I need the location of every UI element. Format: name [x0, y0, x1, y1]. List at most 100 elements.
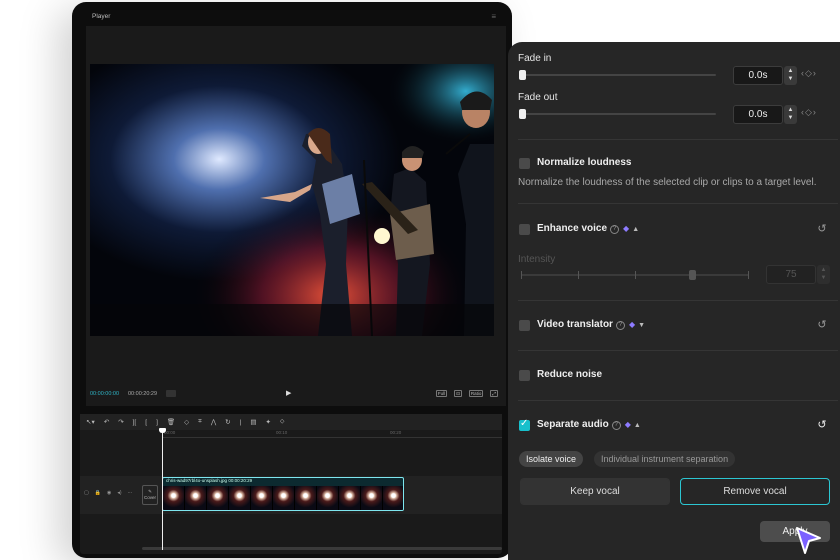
keyframe-icon[interactable]: ‹◇›	[801, 107, 817, 118]
select-tool-icon[interactable]: ↖▾	[86, 418, 95, 426]
slider-tick	[635, 271, 636, 279]
redo-icon[interactable]: ↷	[118, 418, 123, 426]
clip-name: chris-wad97rbl4o-unsplash.jpg	[166, 478, 228, 483]
fade-in-slider-handle[interactable]	[519, 70, 526, 80]
split-icon[interactable]: ][	[133, 419, 137, 426]
split-right-icon[interactable]: ]	[156, 419, 158, 426]
section-divider	[518, 203, 838, 204]
keyframe-add-icon[interactable]: ⬦	[280, 418, 285, 426]
normalize-checkbox[interactable]	[519, 158, 530, 169]
clip-label: chris-wad97rbl4o-unsplash.jpg 00:00:20:2…	[166, 478, 252, 483]
section-divider	[518, 139, 838, 140]
reset-icon[interactable]: ↺	[816, 419, 828, 431]
keyframe-icon[interactable]: ‹◇›	[801, 68, 817, 79]
editor-device: Player ≡ 00:00:00:00 00:00:20:29 ▶ Full …	[72, 2, 512, 558]
fade-out-input[interactable]: 0.0s	[733, 105, 783, 124]
cover-label: Cover	[143, 495, 156, 500]
clip-thumbnail	[163, 486, 185, 510]
timeline-scrollbar[interactable]	[142, 547, 502, 550]
remove-vocal-button[interactable]: Remove vocal	[680, 478, 830, 505]
fade-out-slider[interactable]	[520, 113, 716, 115]
menu-icon[interactable]: ≡	[491, 8, 496, 26]
fade-out-label: Fade out	[518, 92, 558, 103]
clip-thumbnail	[295, 486, 317, 510]
timeline-panel: ↖▾ ↶ ↷ ][ [ ] 🗑 ◇ ⌗ ⋀ ↻ | ▤ ✦ ⬦ 00:00 00…	[80, 414, 502, 554]
ratio-button[interactable]: Ratio	[468, 390, 484, 397]
quality-chip[interactable]	[166, 390, 176, 397]
magic-icon[interactable]: ✦	[265, 418, 270, 426]
clip-thumbnail	[339, 486, 361, 510]
timeline-toolbar: ↖▾ ↶ ↷ ][ [ ] 🗑 ◇ ⌗ ⋀ ↻ | ▤ ✦ ⬦	[80, 414, 502, 430]
mirror-icon[interactable]: ⋀	[211, 418, 216, 426]
undo-icon[interactable]: ↶	[104, 418, 109, 426]
clip-thumbnail	[251, 486, 273, 510]
reset-icon[interactable]: ↺	[816, 223, 828, 235]
total-time: 00:00:20:29	[128, 391, 158, 397]
track-lock-icon[interactable]: ▢	[84, 490, 89, 496]
intensity-input[interactable]: 75	[766, 265, 816, 284]
caret-down-icon[interactable]: ▼	[638, 322, 645, 329]
player-title: Player	[92, 13, 111, 20]
help-icon[interactable]: ?	[610, 225, 620, 234]
video-preview[interactable]	[90, 64, 494, 336]
section-divider	[518, 300, 838, 301]
current-time: 00:00:00:00	[90, 391, 120, 397]
clip-thumbnail	[229, 486, 251, 510]
split-left-icon[interactable]: [	[145, 419, 147, 426]
normalize-title: Normalize loudness	[537, 157, 632, 168]
clip-thumbnail	[273, 486, 295, 510]
tab-instrument-separation[interactable]: Individual instrument separation	[594, 451, 736, 467]
shield-icon[interactable]: ◇	[184, 418, 189, 426]
fade-out-stepper[interactable]: ▲ ▼	[784, 105, 797, 124]
reduce-noise-checkbox[interactable]	[519, 370, 530, 381]
intensity-slider-handle[interactable]	[689, 270, 696, 280]
enhance-voice-checkbox[interactable]	[519, 224, 530, 235]
audio-settings-panel: Fade in 0.0s ▲ ▼ ‹◇› Fade out 0.0s ▲ ▼ ‹◇›…	[508, 42, 840, 560]
rotate-icon[interactable]: ↻	[225, 418, 230, 426]
caret-up-icon[interactable]: ▲	[634, 422, 641, 429]
slider-tick	[521, 271, 522, 279]
separate-audio-label: Separate audio	[537, 419, 609, 430]
ruler-tick: 00:20	[390, 430, 402, 435]
freeze-icon[interactable]: ▤	[250, 418, 256, 426]
fade-out-slider-handle[interactable]	[519, 109, 526, 119]
help-icon[interactable]: ?	[615, 321, 625, 330]
slider-tick	[748, 271, 749, 279]
crop-icon[interactable]: ⌗	[198, 418, 202, 426]
track-eye-icon[interactable]: ◉	[107, 490, 111, 496]
cover-button[interactable]: ✎ Cover	[142, 485, 158, 505]
fade-in-input[interactable]: 0.0s	[733, 66, 783, 85]
fade-in-slider[interactable]	[520, 74, 716, 76]
track-audio-icon[interactable]: ◂)	[117, 490, 121, 496]
fade-in-stepper[interactable]: ▲ ▼	[784, 66, 797, 85]
expand-icon[interactable]: ⤢	[490, 390, 498, 397]
track-lock2-icon[interactable]: 🔒	[95, 490, 101, 496]
premium-gem-icon: ◆	[623, 224, 630, 233]
intensity-slider[interactable]	[521, 271, 749, 279]
reduce-noise-title: Reduce noise	[537, 369, 603, 380]
intensity-stepper[interactable]: ▲ ▼	[817, 265, 830, 284]
fullscreen-ratio-button[interactable]: Full	[435, 390, 448, 397]
tab-isolate-voice[interactable]: Isolate voice	[519, 451, 584, 467]
caret-up-icon[interactable]: ▲	[632, 226, 639, 233]
player-header: Player ≡	[86, 8, 512, 26]
help-icon[interactable]: ?	[611, 421, 621, 430]
reset-icon[interactable]: ↺	[816, 319, 828, 331]
play-icon[interactable]: ▶	[286, 389, 291, 397]
section-divider	[518, 350, 838, 351]
track-controls: ▢ 🔒 ◉ ◂) ⋯	[84, 490, 133, 496]
player-controls-right: Full ⊡ Ratio ⤢	[435, 390, 498, 397]
focus-icon[interactable]: ⊡	[454, 390, 462, 397]
playhead[interactable]	[159, 428, 166, 550]
track-more-icon[interactable]: ⋯	[128, 490, 133, 496]
video-translator-checkbox[interactable]	[519, 320, 530, 331]
video-track: ▢ 🔒 ◉ ◂) ⋯ ✎ Cover chris-wad97rbl4o-unsp…	[80, 476, 502, 514]
keep-vocal-button[interactable]: Keep vocal	[520, 478, 670, 505]
delete-icon[interactable]: 🗑	[167, 418, 175, 426]
separate-audio-checkbox[interactable]	[519, 418, 530, 431]
clip-thumbnail	[361, 486, 383, 510]
enhance-voice-label: Enhance voice	[537, 223, 608, 234]
clip-thumbnail	[383, 486, 403, 510]
video-clip[interactable]: chris-wad97rbl4o-unsplash.jpg 00:00:20:2…	[162, 477, 404, 511]
timeline-ruler[interactable]: 00:00 00:10 00:20	[162, 430, 502, 438]
